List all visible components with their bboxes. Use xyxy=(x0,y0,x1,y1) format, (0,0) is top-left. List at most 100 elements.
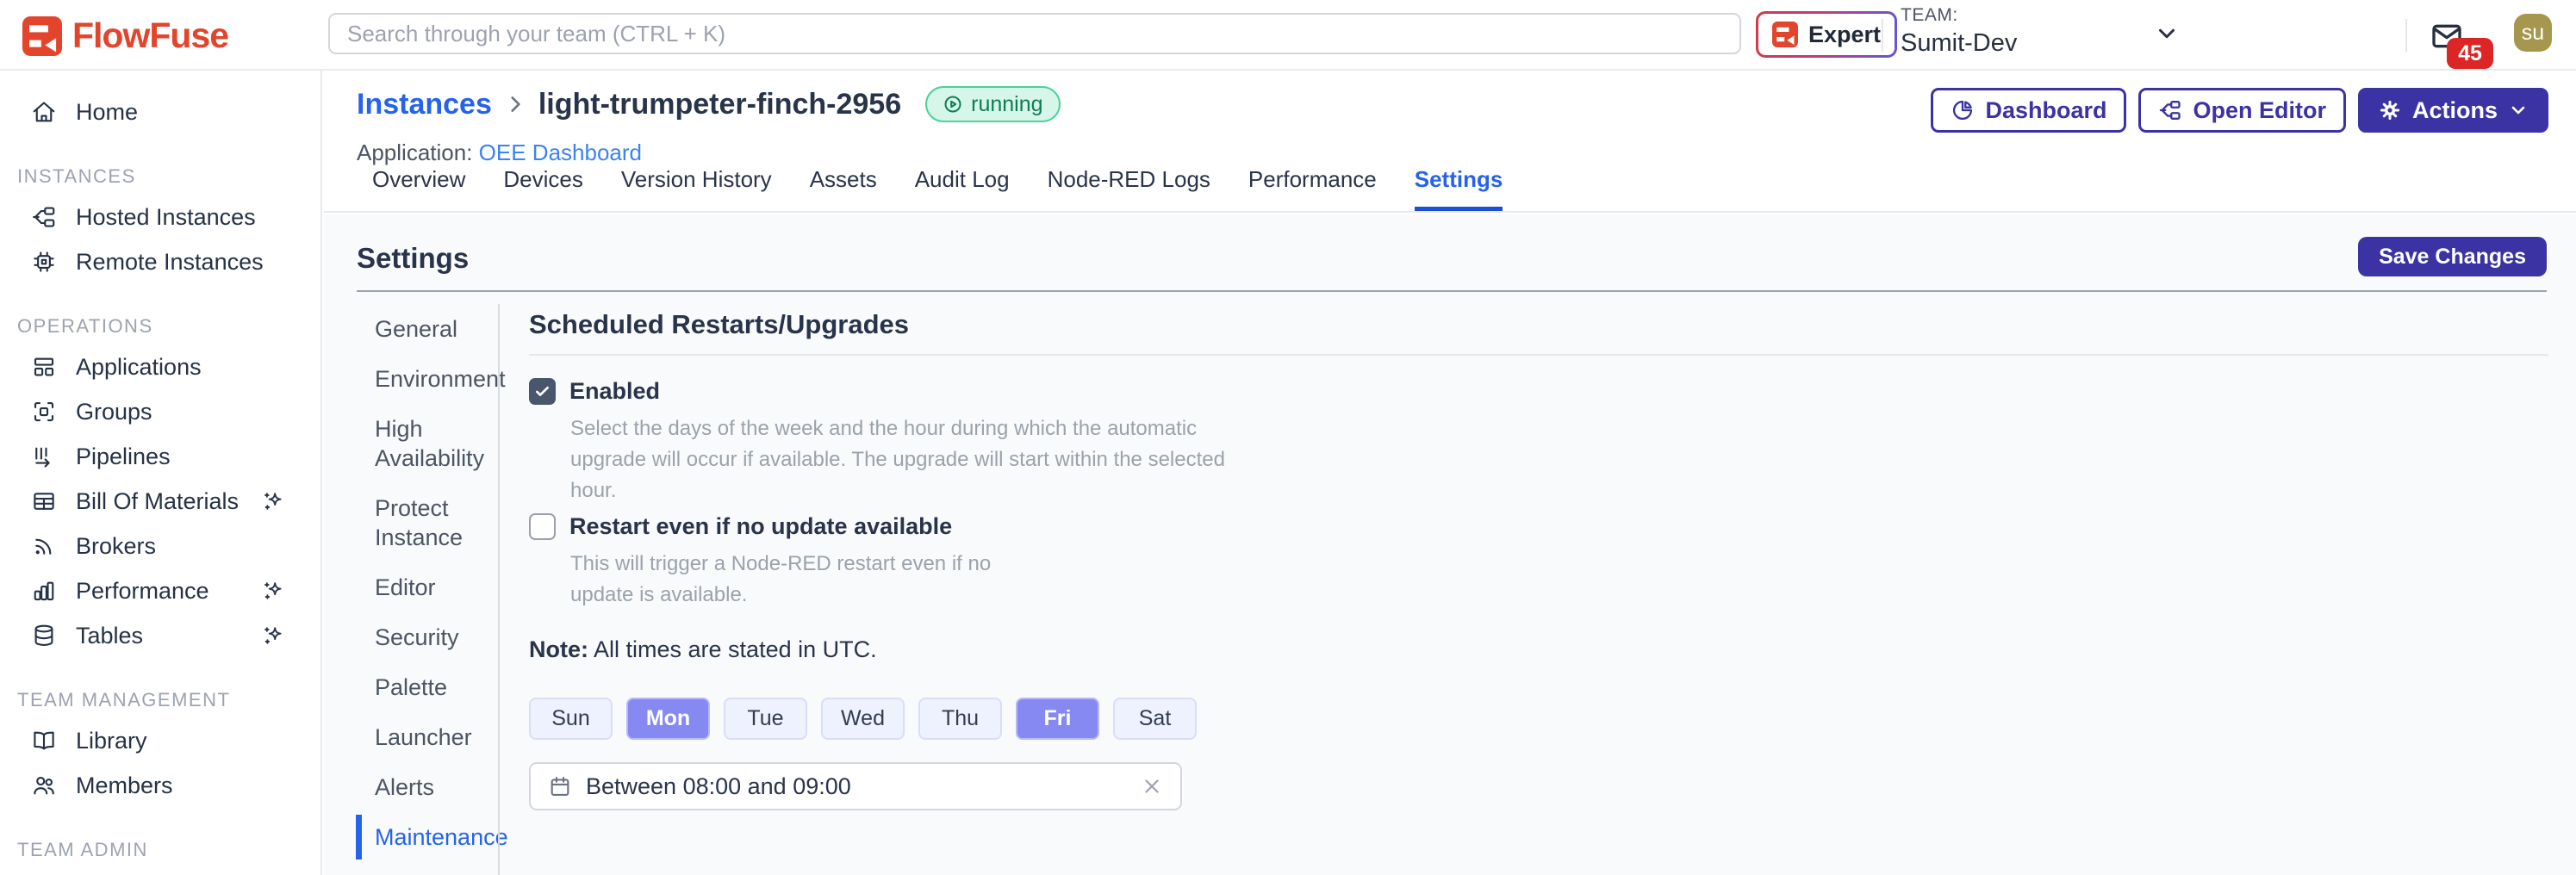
open-editor-button[interactable]: Open Editor xyxy=(2138,88,2346,133)
note-text: All times are stated in UTC. xyxy=(588,636,877,662)
page-title: Settings xyxy=(357,242,2547,275)
node-editor-icon xyxy=(2158,98,2182,122)
enabled-label: Enabled xyxy=(569,378,660,405)
projects-icon xyxy=(31,204,57,230)
sidebar-section-operations: OPERATIONS xyxy=(0,315,320,338)
sidebar-item-label: Groups xyxy=(76,399,152,425)
application-link[interactable]: OEE Dashboard xyxy=(479,140,642,165)
sidebar-item-label: Members xyxy=(76,773,173,799)
maintenance-pane: Scheduled Restarts/Upgrades Enabled Sele… xyxy=(529,309,2548,810)
settings-nav-divider xyxy=(498,304,500,875)
sidebar-item-pipelines[interactable]: Pipelines xyxy=(0,434,320,479)
chevron-down-icon[interactable] xyxy=(2154,21,2180,47)
restart-checkbox[interactable] xyxy=(529,513,556,540)
day-button-wed[interactable]: Wed xyxy=(821,698,905,740)
flowfuse-logo[interactable]: FlowFuse xyxy=(22,16,228,56)
time-range-value: Between 08:00 and 09:00 xyxy=(586,773,851,800)
time-range-input[interactable]: Between 08:00 and 09:00 xyxy=(529,762,1182,810)
flowfuse-logo-icon xyxy=(22,16,62,56)
sidebar-item-library[interactable]: Library xyxy=(0,718,320,763)
sidebar-item-label: Applications xyxy=(76,354,202,381)
groups-icon xyxy=(31,399,57,425)
chevron-down-icon xyxy=(2508,100,2529,121)
sparkle-icon xyxy=(262,624,286,648)
sidebar-item-home[interactable]: Home xyxy=(0,90,320,134)
sidebar-item-label: Brokers xyxy=(76,533,156,560)
tab-performance[interactable]: Performance xyxy=(1248,166,1377,211)
team-label: TEAM: xyxy=(1901,5,2185,26)
save-changes-button[interactable]: Save Changes xyxy=(2358,237,2547,276)
sidebar-section-team-management: TEAM MANAGEMENT xyxy=(0,689,320,711)
instance-actions: Dashboard Open Editor xyxy=(1931,88,2548,133)
search-input[interactable] xyxy=(328,13,1741,54)
sidebar-item-applications[interactable]: Applications xyxy=(0,344,320,389)
tab-assets[interactable]: Assets xyxy=(810,166,877,211)
settings-divider xyxy=(357,290,2547,292)
utc-note: Note: All times are stated in UTC. xyxy=(529,636,2548,663)
status-label: running xyxy=(971,92,1042,117)
check-icon xyxy=(533,382,551,400)
sidebar-item-label: Pipelines xyxy=(76,444,171,470)
note-label: Note: xyxy=(529,636,588,662)
day-selector: Sun Mon Tue Wed Thu Fri Sat xyxy=(529,698,2548,740)
expert-button-inner: Expert xyxy=(1758,14,1895,55)
notification-badge[interactable]: 45 xyxy=(2447,38,2493,69)
status-badge: running xyxy=(925,86,1060,122)
sidebar-item-members[interactable]: Members xyxy=(0,763,320,808)
tab-overview[interactable]: Overview xyxy=(372,166,465,211)
restart-label: Restart even if no update available xyxy=(569,513,952,540)
avatar[interactable]: su xyxy=(2514,14,2552,52)
dashboard-button-label: Dashboard xyxy=(1985,97,2106,124)
team-name: Sumit-Dev xyxy=(1901,29,2185,58)
breadcrumb-instances-link[interactable]: Instances xyxy=(357,88,492,121)
performance-icon xyxy=(31,578,57,604)
instance-header: Instances light-trumpeter-finch-2956 run… xyxy=(324,72,2576,213)
tab-settings[interactable]: Settings xyxy=(1415,166,1503,211)
sidebar-item-performance[interactable]: Performance xyxy=(0,568,320,613)
tab-devices[interactable]: Devices xyxy=(503,166,582,211)
pie-chart-icon xyxy=(1951,98,1975,122)
sidebar-item-label: Bill Of Materials xyxy=(76,488,239,515)
topbar-divider xyxy=(1882,19,1883,52)
sidebar-item-brokers[interactable]: Brokers xyxy=(0,524,320,568)
bill-of-materials-icon xyxy=(31,488,57,514)
tab-version-history[interactable]: Version History xyxy=(621,166,772,211)
play-circle-icon xyxy=(943,94,963,115)
day-button-tue[interactable]: Tue xyxy=(724,698,807,740)
day-button-sat[interactable]: Sat xyxy=(1113,698,1197,740)
actions-button[interactable]: Actions xyxy=(2358,88,2548,133)
sidebar-item-bill-of-materials[interactable]: Bill Of Materials xyxy=(0,479,320,524)
day-button-sun[interactable]: Sun xyxy=(529,698,613,740)
day-button-thu[interactable]: Thu xyxy=(918,698,1002,740)
day-button-mon[interactable]: Mon xyxy=(626,698,710,740)
tab-node-red-logs[interactable]: Node-RED Logs xyxy=(1048,166,1210,211)
sidebar-item-label: Remote Instances xyxy=(76,249,264,276)
sidebar-item-label: Hosted Instances xyxy=(76,204,256,231)
sidebar-item-remote-instances[interactable]: Remote Instances xyxy=(0,239,320,284)
sidebar-item-label: Library xyxy=(76,728,147,754)
breadcrumb: Instances light-trumpeter-finch-2956 run… xyxy=(357,86,1061,122)
enabled-description: Select the days of the week and the hour… xyxy=(570,413,1251,506)
tab-audit-log[interactable]: Audit Log xyxy=(915,166,1010,211)
sidebar: Home INSTANCES Hosted Instances Remote I… xyxy=(0,71,322,875)
sidebar-item-tables[interactable]: Tables xyxy=(0,613,320,658)
dashboard-button[interactable]: Dashboard xyxy=(1931,88,2126,133)
enabled-checkbox[interactable] xyxy=(529,378,556,405)
open-editor-button-label: Open Editor xyxy=(2193,97,2326,124)
expert-label: Expert xyxy=(1808,22,1881,48)
sparkle-icon xyxy=(262,579,286,603)
sidebar-item-label: Home xyxy=(76,99,138,126)
actions-button-label: Actions xyxy=(2412,97,2498,124)
restart-checkbox-row[interactable]: Restart even if no update available xyxy=(529,513,2548,540)
day-button-fri[interactable]: Fri xyxy=(1016,698,1099,740)
application-label: Application: xyxy=(357,140,472,165)
enabled-checkbox-row[interactable]: Enabled xyxy=(529,378,2548,405)
topbar-divider-2 xyxy=(2405,19,2407,52)
clear-icon[interactable] xyxy=(1141,775,1163,797)
sidebar-item-groups[interactable]: Groups xyxy=(0,389,320,434)
expert-button[interactable]: Expert xyxy=(1756,11,1897,58)
sidebar-section-team-admin: TEAM ADMIN xyxy=(0,839,320,861)
tables-icon xyxy=(31,623,57,648)
team-selector[interactable]: TEAM: Sumit-Dev xyxy=(1901,5,2185,58)
sidebar-item-hosted-instances[interactable]: Hosted Instances xyxy=(0,195,320,239)
